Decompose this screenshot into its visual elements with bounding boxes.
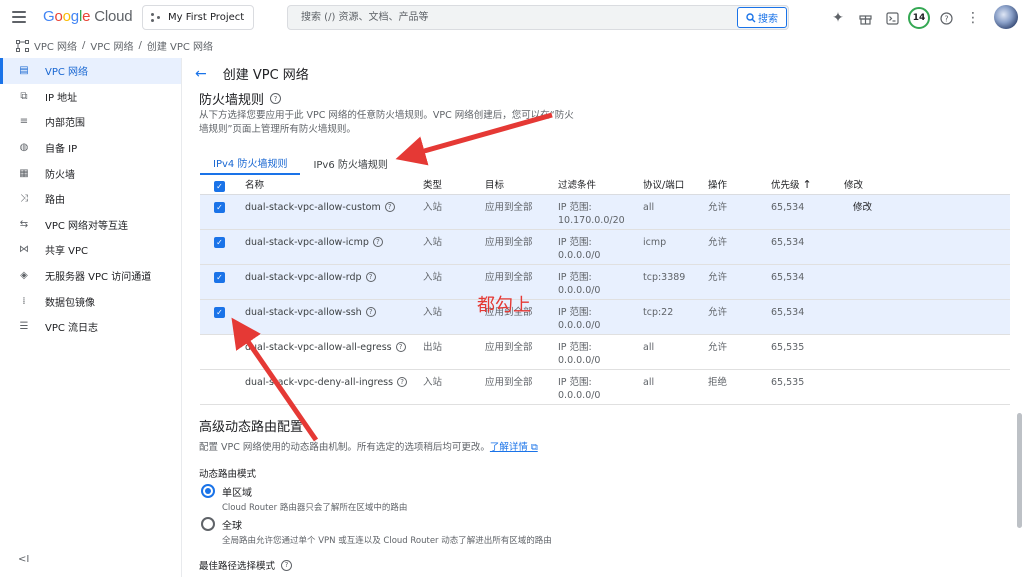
sidebar-item-byoip[interactable]: ◍ 自备 IP [0, 135, 181, 161]
sidebar-item-firewall[interactable]: ▦ 防火墙 [0, 160, 181, 186]
collapse-sidebar-button[interactable]: <I [18, 554, 29, 565]
firewall-description: 从下方选择您要应用于此 VPC 网络的任意防火墙规则。VPC 网络创建后，您可以… [199, 110, 574, 135]
best-path-label: 最佳路径选择模式? [199, 558, 293, 572]
radio-button[interactable] [201, 484, 215, 498]
table-row[interactable]: dual-stack-vpc-allow-all-egress? 出站 应用到全部… [200, 334, 1010, 370]
column-header[interactable]: 修改 [844, 175, 1010, 195]
project-selector[interactable]: My First Project [142, 5, 254, 30]
breadcrumb: VPC 网络 / VPC 网络 / 创建 VPC 网络 [16, 38, 213, 53]
cloud-shell-icon[interactable] [881, 7, 903, 29]
column-header-priority[interactable]: 优先级 ↑ [771, 175, 844, 195]
help-icon[interactable]: ? [365, 307, 376, 317]
serverless-icon: ◈ [20, 270, 28, 282]
table-header: ✓ 名称 类型 目标 过滤条件 协议/端口 操作 优先级 ↑ 修改 [200, 175, 1010, 195]
sidebar: ▤ VPC 网络 ⧉ IP 地址 ≡ 内部范围 ◍ 自备 IP ▦ 防火墙 ⤨ 路由 ⇆ VP… [0, 58, 182, 577]
firewall-icon: ▦ [19, 167, 29, 179]
sidebar-item-vpc-network[interactable]: ▤ VPC 网络 [0, 58, 181, 84]
table-row[interactable]: ✓ dual-stack-vpc-allow-rdp? 入站 应用到全部 IP 范… [200, 264, 1010, 300]
column-header[interactable]: 目标 [485, 175, 558, 195]
select-all-checkbox[interactable]: ✓ [214, 180, 225, 192]
search-input[interactable] [288, 6, 728, 29]
radio-button[interactable] [201, 517, 215, 531]
column-header[interactable]: 操作 [708, 175, 771, 195]
table-row[interactable]: ✓ dual-stack-vpc-allow-ssh? 入站 应用到全部 IP 范… [200, 299, 1010, 335]
firewall-tabs: IPv4 防火墙规则 IPv6 防火墙规则 [200, 151, 401, 175]
radio-global[interactable]: 全球 全局路由允许您通过单个 VPN 或互连以及 Cloud Router 动态… [201, 517, 552, 546]
project-name: My First Project [168, 12, 245, 23]
top-bar: Google Cloud My First Project 搜索 ✦ 14 ? … [0, 0, 1024, 35]
sidebar-item-internal-range[interactable]: ≡ 内部范围 [0, 109, 181, 135]
column-header[interactable]: 名称 [245, 175, 423, 195]
column-header[interactable]: 类型 [423, 175, 485, 195]
edit-link[interactable]: 修改 [853, 202, 872, 213]
table-row[interactable]: dual-stack-vpc-deny-all-ingress? 入站 应用到全部… [200, 369, 1010, 405]
column-header[interactable]: 过滤条件 [558, 175, 643, 195]
firewall-rules-table: ✓ 名称 类型 目标 过滤条件 协议/端口 操作 优先级 ↑ 修改 ✓ dual… [200, 175, 1010, 405]
annotation-text: 都勾上 [477, 295, 531, 316]
column-header[interactable]: 协议/端口 [643, 175, 708, 195]
radio-regional[interactable]: 单区域 Cloud Router 路由器只会了解所在区域中的路由 [201, 484, 407, 513]
page-header: ← 创建 VPC 网络 [195, 64, 309, 84]
help-icon[interactable]: ? [365, 272, 376, 282]
sidebar-item-serverless-access[interactable]: ◈ 无服务器 VPC 访问通道 [0, 263, 181, 289]
globe-icon: ◍ [19, 142, 29, 154]
shared-vpc-icon: ⋈ [19, 244, 29, 256]
scrollbar[interactable] [1017, 413, 1022, 528]
vpc-network-icon [16, 39, 29, 52]
help-icon[interactable]: ? [270, 93, 282, 104]
tab-ipv4[interactable]: IPv4 防火墙规则 [200, 151, 301, 175]
tab-ipv6[interactable]: IPv6 防火墙规则 [300, 151, 400, 175]
sidebar-item-flow-logs[interactable]: ☰ VPC 流日志 [0, 314, 181, 340]
firewall-section-title: 防火墙规则? [199, 89, 282, 108]
search-bar: 搜索 [287, 5, 789, 30]
route-icon: ⤨ [20, 193, 28, 205]
row-checkbox[interactable]: ✓ [214, 271, 225, 283]
search-icon [746, 12, 756, 22]
help-icon[interactable]: ? [384, 202, 395, 212]
more-vert-icon[interactable]: ⋮ [962, 7, 984, 29]
breadcrumb-item[interactable]: VPC 网络 [34, 38, 77, 53]
row-checkbox[interactable]: ✓ [214, 201, 225, 213]
breadcrumb-item[interactable]: VPC 网络 [90, 38, 133, 53]
menu-icon[interactable] [12, 11, 26, 23]
sidebar-item-ip-address[interactable]: ⧉ IP 地址 [0, 84, 181, 110]
notifications-badge[interactable]: 14 [908, 7, 930, 29]
range-icon: ≡ [19, 116, 29, 128]
sidebar-item-packet-mirroring[interactable]: ⁞ 数据包镜像 [0, 288, 181, 314]
row-checkbox[interactable]: ✓ [214, 306, 225, 318]
sidebar-item-peering[interactable]: ⇆ VPC 网络对等互连 [0, 212, 181, 238]
help-icon[interactable]: ? [395, 342, 406, 352]
logs-icon: ☰ [19, 321, 29, 333]
mirror-icon: ⁞ [22, 295, 26, 307]
google-cloud-logo[interactable]: Google Cloud [43, 8, 133, 25]
svg-text:?: ? [944, 14, 948, 23]
help-icon[interactable]: ? [372, 237, 383, 247]
learn-more-link[interactable]: 了解详情 ⧉ [490, 442, 538, 453]
row-checkbox[interactable]: ✓ [214, 236, 225, 248]
search-button[interactable]: 搜索 [737, 7, 787, 28]
main-content: ← 创建 VPC 网络 防火墙规则? 从下方选择您要应用于此 VPC 网络的任意… [183, 58, 1024, 577]
table-row[interactable]: ✓ dual-stack-vpc-allow-icmp? 入站 应用到全部 IP … [200, 229, 1010, 265]
help-icon[interactable]: ? [281, 559, 293, 571]
project-icon [151, 12, 161, 23]
back-arrow-icon[interactable]: ← [195, 66, 207, 82]
advanced-routing-description: 配置 VPC 网络使用的动态路由机制。所有选定的选项稍后均可更改。了解详情 ⧉ [199, 442, 538, 453]
breadcrumb-item: 创建 VPC 网络 [146, 42, 214, 53]
avatar[interactable] [994, 5, 1018, 29]
sort-arrow-icon: ↑ [802, 178, 812, 192]
help-icon[interactable]: ? [935, 7, 957, 29]
ip-icon: ⧉ [20, 90, 28, 102]
sidebar-item-shared-vpc[interactable]: ⋈ 共享 VPC [0, 237, 181, 263]
advanced-routing-title: 高级动态路由配置 [199, 420, 304, 435]
gift-icon[interactable] [854, 7, 876, 29]
routing-mode-label: 动态路由模式 [199, 469, 257, 480]
sidebar-item-routes[interactable]: ⤨ 路由 [0, 186, 181, 212]
page-title: 创建 VPC 网络 [222, 68, 309, 83]
peering-icon: ⇆ [19, 218, 29, 230]
help-icon[interactable]: ? [397, 377, 408, 387]
table-row[interactable]: ✓ dual-stack-vpc-allow-custom? 入站 应用到全部 I… [200, 194, 1010, 230]
gemini-sparkle-icon[interactable]: ✦ [827, 7, 849, 29]
vpc-icon: ▤ [19, 65, 29, 77]
